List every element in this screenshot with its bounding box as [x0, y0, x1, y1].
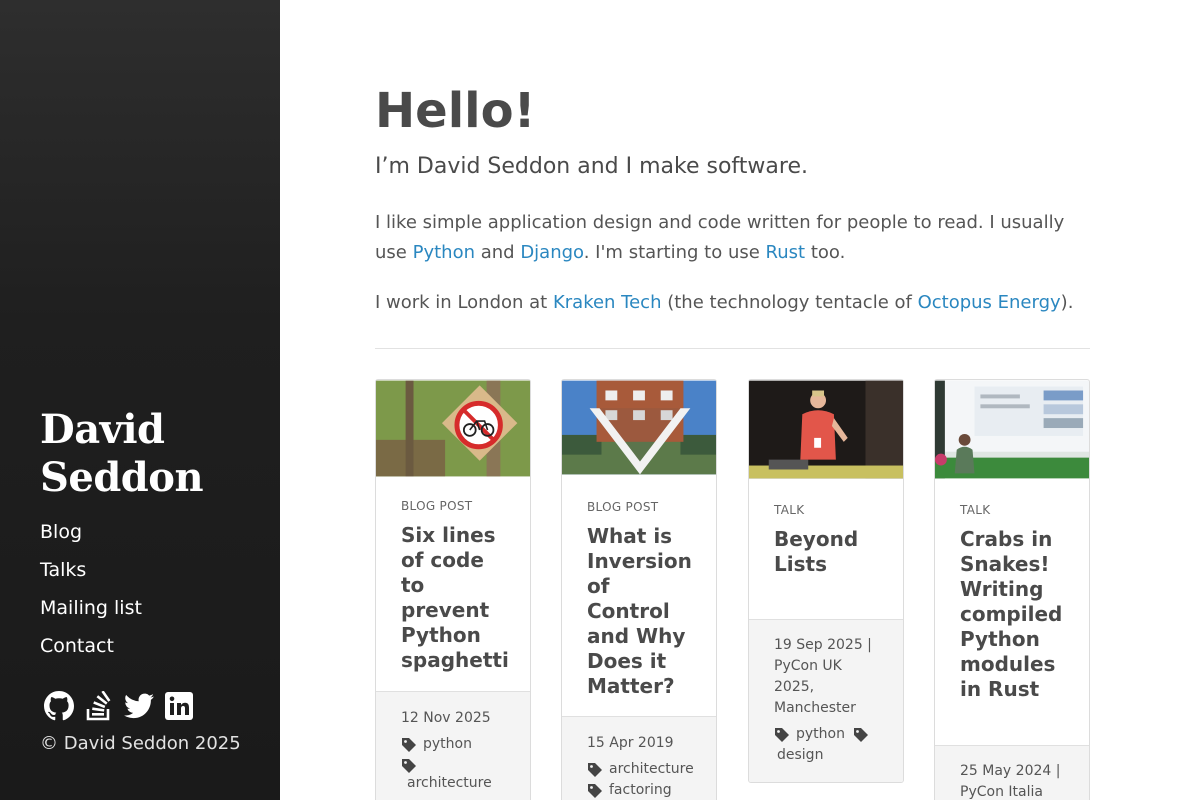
stackoverflow-icon[interactable] — [84, 690, 114, 722]
tagline: I’m David Seddon and I make software. — [375, 154, 808, 179]
tag-icon — [853, 728, 868, 742]
card-title: Six lines of code to prevent Python spag… — [401, 523, 509, 672]
page-heading: Hello! — [375, 83, 536, 139]
octopus-energy-link[interactable]: Octopus Energy — [918, 292, 1061, 313]
nav-item-talks[interactable]: Talks — [40, 552, 142, 590]
card-talk[interactable]: TALK Crabs in Snakes! Writing compiled P… — [934, 379, 1090, 800]
card-blog-post[interactable]: BLOG POST What is Inversion of Control a… — [561, 379, 717, 800]
divider — [375, 348, 1090, 349]
tag-icon — [588, 784, 602, 798]
conference-talk-thumbnail — [935, 380, 1089, 479]
tag-icon — [775, 728, 789, 742]
card-footer: 12 Nov 2025 python architecture — [376, 691, 530, 800]
card-footer: 25 May 2024 | PyCon Italia — [935, 745, 1089, 800]
tag[interactable]: python — [401, 734, 472, 755]
card-blog-post[interactable]: BLOG POST Six lines of code to prevent P… — [375, 379, 531, 800]
rust-link[interactable]: Rust — [766, 242, 806, 263]
tag[interactable]: architecture — [401, 755, 517, 794]
nav-item-mailing-list[interactable]: Mailing list — [40, 590, 142, 628]
github-icon[interactable] — [44, 690, 74, 722]
work-paragraph: I work in London at Kraken Tech (the tec… — [375, 292, 1074, 313]
sidebar: David Seddon Blog Talks Mailing list Con… — [0, 0, 280, 800]
copyright: © David Seddon 2025 — [40, 733, 241, 754]
kraken-tech-link[interactable]: Kraken Tech — [553, 292, 662, 313]
tag-label[interactable]: design — [774, 745, 878, 766]
sidebar-nav: Blog Talks Mailing list Contact — [40, 514, 142, 666]
tag-icon — [402, 759, 416, 773]
django-link[interactable]: Django — [520, 242, 583, 263]
intro-paragraph: I like simple application design and cod… — [375, 212, 1065, 263]
tag-icon — [402, 738, 416, 752]
card-title: Beyond Lists — [774, 527, 859, 576]
card-title: What is Inversion of Control and Why Doe… — [587, 524, 692, 698]
twitter-icon[interactable] — [124, 690, 154, 722]
card-footer: 15 Apr 2019 architecture factoring — [562, 716, 716, 800]
upside-down-house-thumbnail — [562, 380, 716, 475]
tag[interactable]: factoring — [587, 780, 691, 800]
card-kind: BLOG POST — [587, 500, 659, 514]
nav-item-contact[interactable]: Contact — [40, 628, 142, 666]
nav-item-blog[interactable]: Blog — [40, 514, 142, 552]
card-meta: 19 Sep 2025 | PyCon UK 2025, Manchester — [774, 637, 872, 716]
site-name[interactable]: David Seddon — [40, 406, 260, 502]
card-kind: TALK — [960, 503, 991, 517]
card-talk[interactable]: TALK Beyond Lists 19 Sep 2025 | PyCon UK… — [748, 379, 904, 783]
tag[interactable]: python — [774, 724, 845, 745]
card-kind: BLOG POST — [401, 499, 473, 513]
social-links — [44, 690, 194, 722]
card-meta: 25 May 2024 | PyCon Italia — [960, 763, 1061, 800]
python-link[interactable]: Python — [413, 242, 475, 263]
card-title: Crabs in Snakes! Writing compiled Python… — [960, 527, 1063, 701]
no-bikes-sign-thumbnail — [376, 380, 530, 477]
card-kind: TALK — [774, 503, 805, 517]
tag-icon — [588, 763, 602, 777]
tag[interactable] — [853, 724, 869, 745]
tag[interactable]: architecture — [587, 759, 694, 780]
card-footer: 19 Sep 2025 | PyCon UK 2025, Manchester … — [749, 619, 903, 782]
card-date: 15 Apr 2019 — [587, 735, 674, 751]
speaker-on-stage-thumbnail — [749, 380, 903, 479]
linkedin-icon[interactable] — [164, 690, 194, 722]
card-date: 12 Nov 2025 — [401, 710, 491, 726]
